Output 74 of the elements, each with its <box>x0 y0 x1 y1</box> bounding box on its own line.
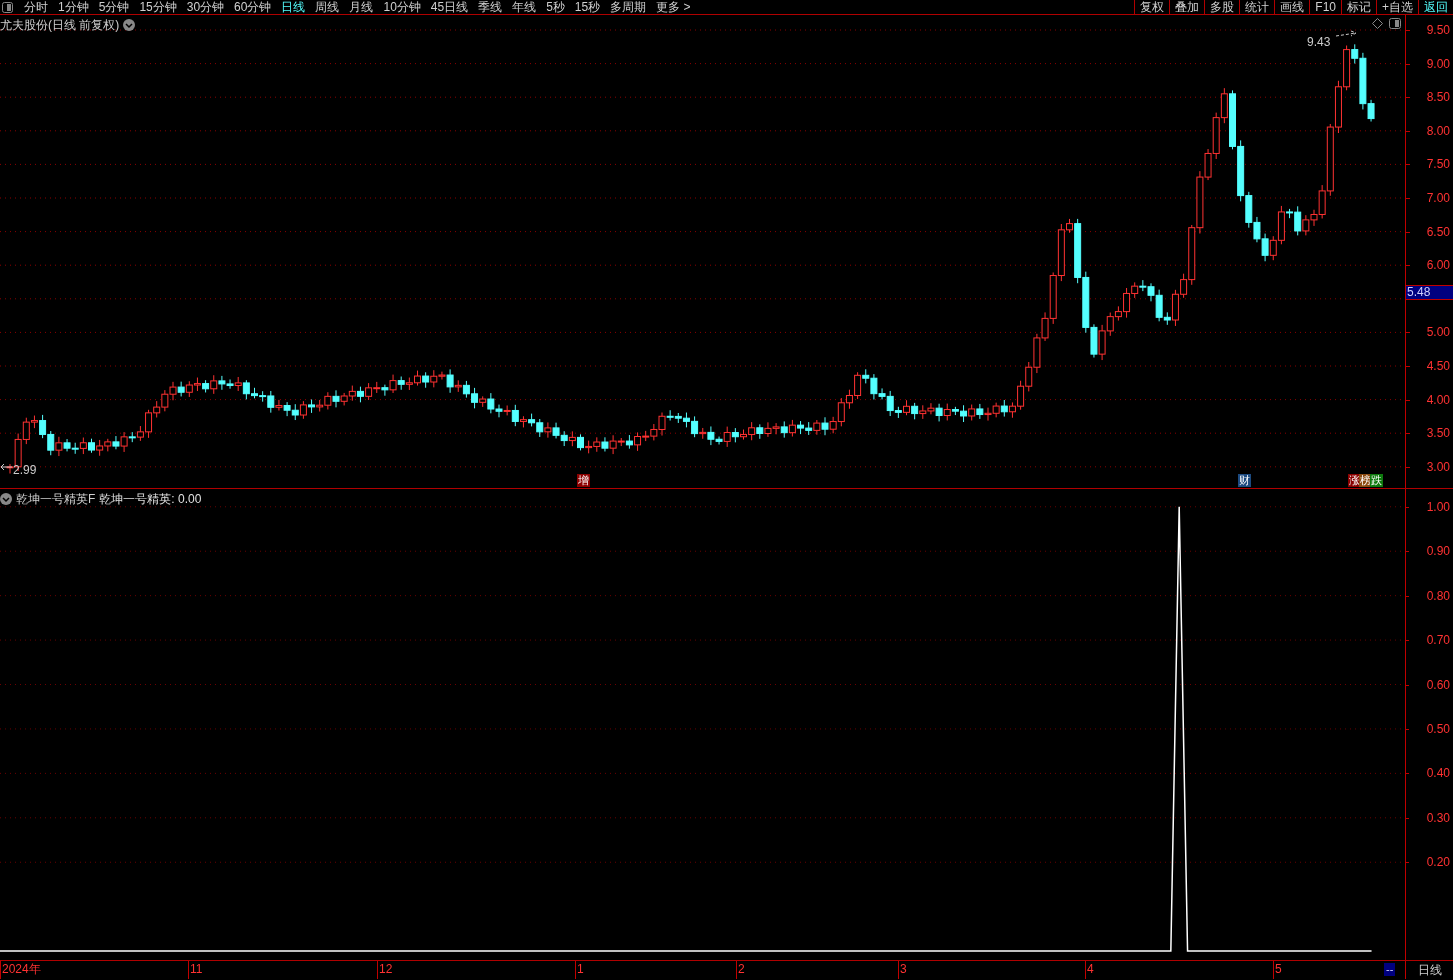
date-label: 12 <box>377 961 393 979</box>
axis-tick-label: 0.30 <box>1426 811 1450 824</box>
price-tick-label: 4.00 <box>1426 393 1450 406</box>
toolbar-button[interactable]: 多股 <box>1204 0 1240 14</box>
toolbar-button[interactable]: 画线 <box>1274 0 1310 14</box>
period-label: 日线 <box>1417 962 1442 979</box>
price-tick-label: 3.50 <box>1426 427 1450 440</box>
price-tick-label: 6.50 <box>1426 225 1450 238</box>
current-price-tag: 5.48 <box>1406 285 1453 300</box>
period-tab[interactable]: 季线 <box>478 0 503 14</box>
toolbar-button[interactable]: 标记 <box>1341 0 1376 14</box>
price-tick-label: 9.00 <box>1426 57 1450 70</box>
date-label: 1 <box>575 961 584 979</box>
diamond-icon[interactable] <box>1372 18 1383 29</box>
panel-toggle-icon[interactable] <box>2 1 13 13</box>
date-label: 2024年 <box>0 961 41 979</box>
period-tab[interactable]: 更多 > <box>656 0 691 14</box>
event-marker[interactable]: 增 <box>577 474 590 487</box>
axis-tick-label: 0.40 <box>1426 767 1450 780</box>
period-tab[interactable]: 月线 <box>349 0 374 14</box>
period-tab[interactable]: 15分钟 <box>139 0 177 14</box>
dropdown-icon[interactable] <box>0 493 12 505</box>
period-tab[interactable]: 分时 <box>24 0 48 14</box>
period-tab[interactable]: 45日线 <box>430 0 469 14</box>
date-label: 5 <box>1273 961 1282 979</box>
axis-tick-label: 0.90 <box>1426 545 1450 558</box>
toolbar-button[interactable]: +自选 <box>1376 0 1418 14</box>
price-tick-label: 3.00 <box>1426 460 1450 473</box>
dropdown-icon[interactable] <box>123 19 136 31</box>
period-tab[interactable]: 多周期 <box>610 0 647 14</box>
price-tick-label: 7.50 <box>1426 158 1450 171</box>
axis-tick-label: 1.00 <box>1426 500 1450 513</box>
low-price-label: 2.99 <box>13 462 37 479</box>
price-tick-label: 5.00 <box>1426 326 1450 339</box>
period-tab[interactable]: 1分钟 <box>58 0 89 14</box>
toolbar-button[interactable]: 叠加 <box>1169 0 1205 14</box>
price-tick-label: 6.00 <box>1426 259 1450 272</box>
period-tab[interactable]: 10分钟 <box>383 0 421 14</box>
arrow-icon <box>0 463 13 471</box>
axis-tick-label: 0.60 <box>1426 678 1450 691</box>
axis-tick-label: 0.70 <box>1426 634 1450 647</box>
date-label: 3 <box>898 961 907 979</box>
period-tab[interactable]: 周线 <box>315 0 340 14</box>
period-tab[interactable]: 年线 <box>512 0 537 14</box>
date-label: 4 <box>1085 961 1094 979</box>
arrow-icon <box>1335 30 1357 37</box>
price-tick-label: 8.50 <box>1426 91 1450 104</box>
date-label: 2 <box>736 961 745 979</box>
axis-tick-label: 0.80 <box>1426 589 1450 602</box>
event-marker[interactable]: 财 <box>1238 474 1251 487</box>
price-tick-label: 8.00 <box>1426 124 1450 137</box>
toolbar-button[interactable]: 复权 <box>1134 0 1170 14</box>
period-tab[interactable]: 60分钟 <box>234 0 272 14</box>
price-tick-label: 4.50 <box>1426 360 1450 372</box>
price-tick-label: 7.00 <box>1426 192 1450 204</box>
event-marker[interactable]: 跌 <box>1370 474 1383 487</box>
axis-tick-label: 0.50 <box>1426 722 1450 735</box>
period-tab[interactable]: 5分钟 <box>98 0 130 14</box>
indicator-name[interactable]: 乾坤一号精英F <box>16 490 96 508</box>
period-tab[interactable]: 30分钟 <box>186 0 225 14</box>
date-label: 11 <box>188 961 203 979</box>
indicator-reading: 乾坤一号精英: 0.00 <box>99 491 202 508</box>
high-price-label: 9.43 <box>1307 34 1331 51</box>
period-tab[interactable]: 日线 <box>281 0 306 14</box>
scroll-indicator[interactable]: -- <box>1384 963 1396 976</box>
toolbar-button[interactable]: 统计 <box>1239 0 1275 14</box>
axis-tick-label: 0.20 <box>1426 856 1450 869</box>
period-tab[interactable]: 5秒 <box>546 0 565 14</box>
period-tab[interactable]: 15秒 <box>574 0 601 14</box>
chart-title: 尤夫股份(日线 前复权) <box>0 17 120 34</box>
panel-toggle-icon[interactable] <box>1389 18 1401 29</box>
toolbar-button[interactable]: F10 <box>1309 0 1341 14</box>
price-tick-label: 9.50 <box>1426 24 1450 36</box>
toolbar-button[interactable]: 返回 <box>1418 0 1453 14</box>
